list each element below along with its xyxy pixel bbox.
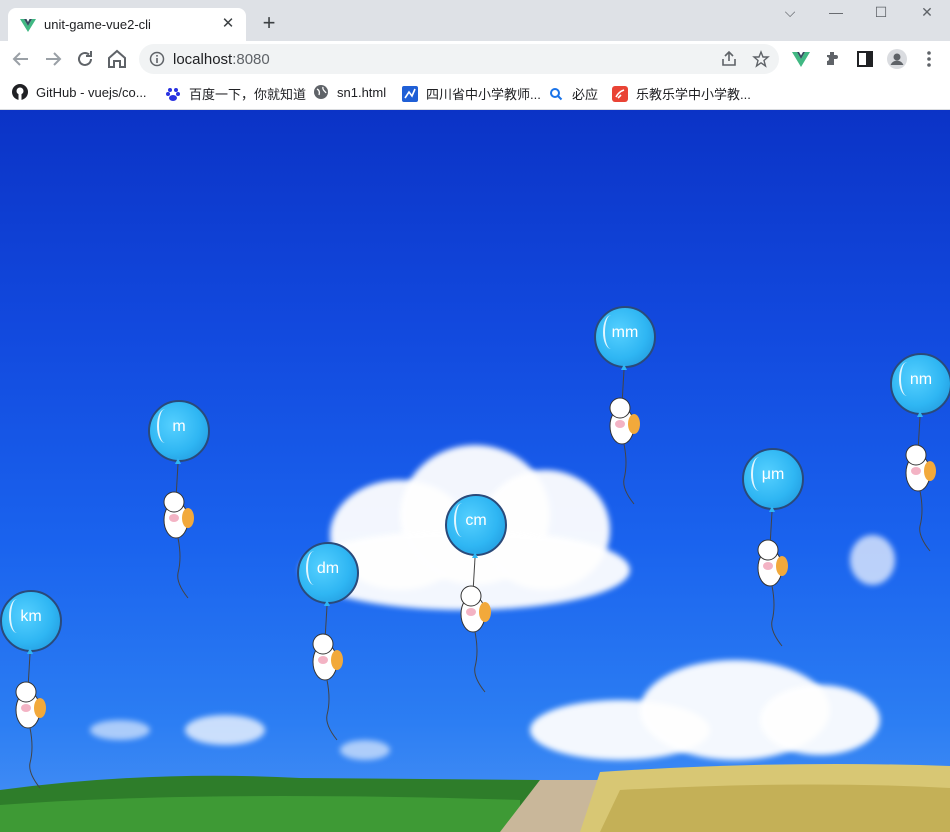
address-bar[interactable]: localhost:8080	[139, 44, 779, 74]
site-red-icon	[612, 86, 628, 102]
tab-active[interactable]: unit-game-vue2-cli ✕	[8, 8, 246, 41]
tab-search-icon[interactable]: ⌵	[775, 4, 805, 21]
minimize-icon[interactable]: —	[821, 4, 851, 20]
cat-character-icon	[15, 648, 46, 789]
balloon-unit-label: cm	[465, 512, 487, 529]
balloon-unit-label: mm	[611, 324, 639, 341]
maximize-icon[interactable]: ☐	[866, 4, 896, 21]
cat-character-icon	[609, 364, 640, 505]
landscape	[0, 764, 950, 832]
extensions-icon[interactable]	[821, 47, 845, 71]
bookmark-label: 必应	[572, 87, 599, 102]
bookmark-label: 乐教乐学中小学教...	[636, 87, 751, 102]
balloon-dm[interactable]: dm	[297, 542, 359, 742]
bookmark-label: 四川省中小学教师...	[426, 87, 541, 102]
balloon-um[interactable]: μm	[742, 448, 804, 648]
tab-strip: unit-game-vue2-cli ✕ + ⌵ — ☐ ✕	[0, 0, 950, 41]
bookmark-github[interactable]: GitHub - vuejs/co...	[12, 84, 147, 104]
info-icon[interactable]	[149, 51, 165, 67]
balloon-nm[interactable]: nm	[890, 353, 950, 553]
browser-chrome: unit-game-vue2-cli ✕ + ⌵ — ☐ ✕ localhost…	[0, 0, 950, 110]
tab-title: unit-game-vue2-cli	[44, 17, 151, 32]
bookmarks-bar: GitHub - vuejs/co... 百度一下，你就知道 sn1.html …	[0, 78, 950, 110]
bookmark-bing[interactable]: 必应	[548, 84, 598, 104]
cat-character-icon	[163, 458, 194, 599]
toolbar: localhost:8080	[0, 41, 950, 77]
github-icon	[12, 84, 28, 100]
bookmark-sn1[interactable]: sn1.html	[313, 84, 386, 104]
back-icon[interactable]	[9, 47, 33, 71]
bookmark-lejiao[interactable]: 乐教乐学中小学教...	[612, 84, 751, 104]
search-icon	[550, 88, 563, 101]
balloon-mm[interactable]: mm	[594, 306, 656, 506]
globe-icon	[314, 85, 328, 99]
url-port: :8080	[232, 51, 270, 68]
cat-character-icon	[757, 506, 788, 647]
bookmark-baidu[interactable]: 百度一下，你就知道	[165, 84, 306, 104]
reload-icon[interactable]	[73, 47, 97, 71]
url-host: localhost	[173, 51, 233, 68]
balloon-unit-label: dm	[316, 560, 340, 577]
bookmark-label: sn1.html	[337, 85, 387, 100]
new-tab-button[interactable]: +	[258, 12, 280, 34]
url-text[interactable]: localhost:8080	[173, 51, 270, 68]
share-icon[interactable]	[720, 50, 738, 68]
balloon-unit-label: nm	[909, 371, 933, 388]
site-icon	[402, 86, 418, 102]
cat-character-icon	[312, 600, 343, 741]
game-stage: km m dm cm mm μm nm	[0, 110, 950, 832]
baidu-icon	[166, 88, 180, 101]
menu-kebab-icon[interactable]	[917, 47, 941, 71]
side-panel-icon[interactable]	[853, 47, 877, 71]
balloon-unit-label: km	[20, 608, 42, 625]
vue-logo-icon	[20, 19, 36, 32]
bookmark-label: 百度一下，你就知道	[189, 87, 307, 102]
bookmark-star-icon[interactable]	[752, 50, 770, 68]
cat-character-icon	[905, 411, 936, 552]
bookmark-sichuan[interactable]: 四川省中小学教师...	[402, 84, 541, 104]
bookmark-label: GitHub - vuejs/co...	[36, 85, 147, 100]
tab-close-icon[interactable]: ✕	[218, 14, 238, 34]
vue-devtools-icon[interactable]	[789, 47, 813, 71]
profile-avatar-icon[interactable]	[885, 47, 909, 71]
close-window-icon[interactable]: ✕	[912, 4, 942, 21]
balloon-m[interactable]: m	[148, 400, 210, 600]
balloon-cm[interactable]: cm	[445, 494, 507, 694]
forward-icon[interactable]	[41, 47, 65, 71]
balloon-unit-label: m	[172, 418, 186, 435]
home-icon[interactable]	[105, 47, 129, 71]
cat-character-icon	[460, 552, 491, 693]
balloon-unit-label: μm	[761, 466, 785, 483]
balloon-km[interactable]: km	[0, 590, 62, 790]
